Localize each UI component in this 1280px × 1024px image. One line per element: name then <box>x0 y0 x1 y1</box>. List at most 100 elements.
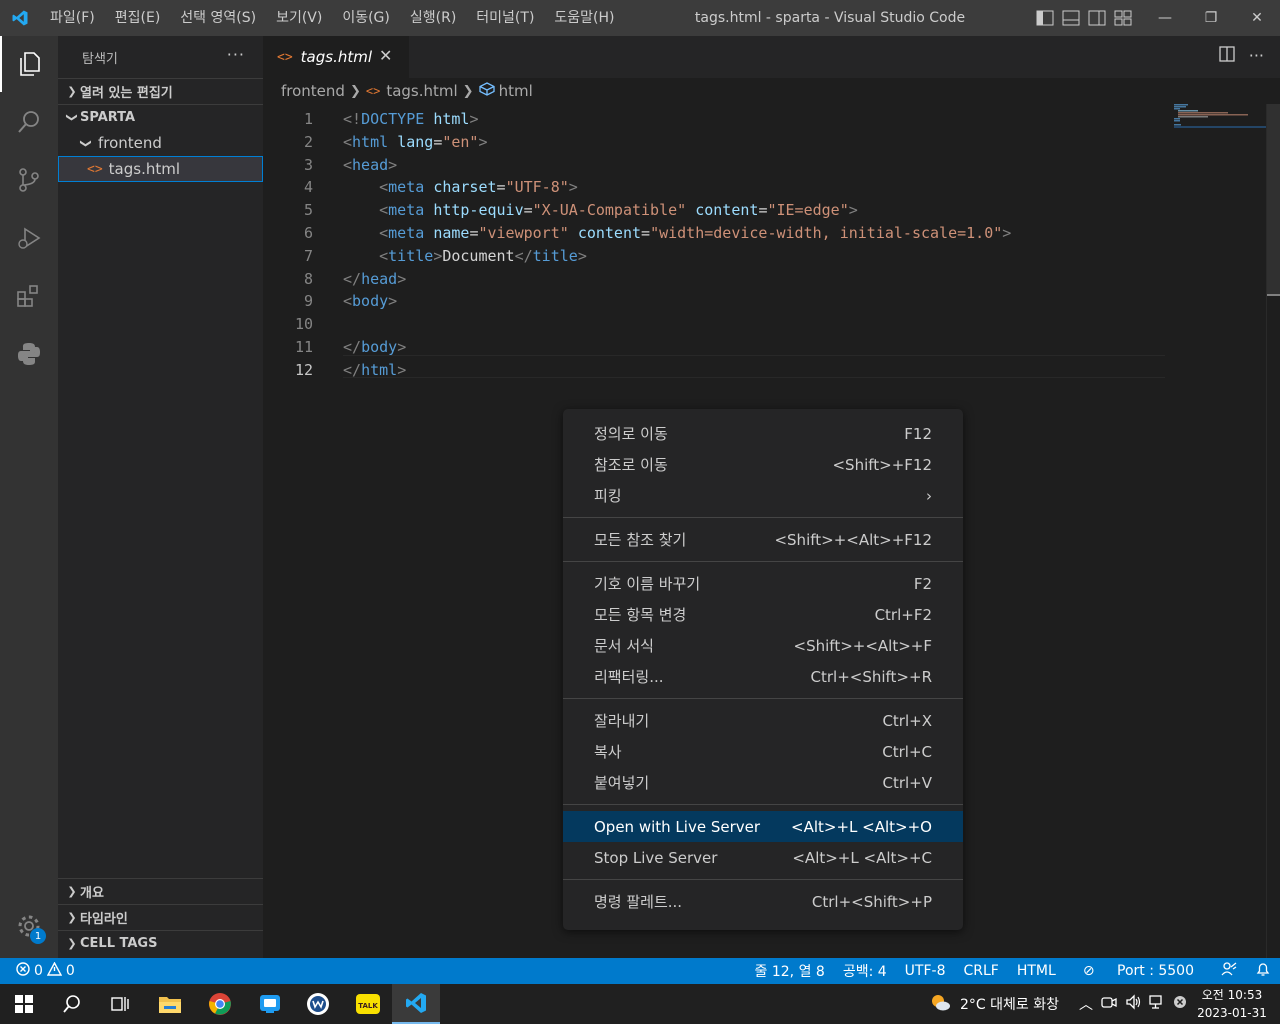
timeline-section[interactable]: ❯ 타임라인 <box>58 904 263 930</box>
line-content[interactable]: </head> <box>343 268 406 290</box>
context-menu-item[interactable]: 붙여넣기 Ctrl+V <box>563 767 963 798</box>
code-line[interactable]: 7 <title>Document</title> <box>263 245 1266 268</box>
context-menu-item[interactable]: 명령 팔레트... Ctrl+<Shift>+P <box>563 886 963 917</box>
code-line[interactable]: 4 <meta charset="UTF-8"> <box>263 176 1266 199</box>
menu-item[interactable]: 보기(V) <box>266 0 332 36</box>
source-control-icon[interactable] <box>0 152 58 208</box>
code-line[interactable]: 12 </html> <box>263 359 1266 382</box>
menu-item[interactable]: 이동(G) <box>332 0 400 36</box>
language-mode[interactable]: HTML <box>1008 963 1065 979</box>
run-debug-icon[interactable] <box>0 210 58 266</box>
scrollbar-thumb[interactable] <box>1267 104 1280 296</box>
remote-app-icon[interactable] <box>246 984 294 1024</box>
tab-tags-html[interactable]: <> tags.html ✕ <box>263 36 409 78</box>
windows-start-icon[interactable] <box>0 984 48 1024</box>
line-content[interactable]: </body> <box>343 336 406 358</box>
context-menu-item[interactable]: 모든 참조 찾기 <Shift>+<Alt>+F12 <box>563 524 963 555</box>
code-line[interactable]: 2 <html lang="en"> <box>263 131 1266 154</box>
problems-indicator[interactable]: 0 0 <box>16 958 75 984</box>
menu-item[interactable]: 실행(R) <box>400 0 466 36</box>
indentation[interactable]: 공백: 4 <box>834 961 896 981</box>
more-actions-icon[interactable]: ··· <box>1249 46 1264 66</box>
cell-tags-section[interactable]: ❯ CELL TAGS <box>58 930 263 956</box>
taskbar-search-icon[interactable] <box>48 984 96 1024</box>
code-line[interactable]: 10 <box>263 313 1266 336</box>
task-view-icon[interactable] <box>96 984 144 1024</box>
context-menu-item[interactable]: 리팩터링... Ctrl+<Shift>+R <box>563 661 963 692</box>
menu-item[interactable]: 선택 영역(S) <box>170 0 266 36</box>
breadcrumb-item[interactable]: tags.html <box>386 82 457 100</box>
context-menu-item[interactable]: 피킹 › <box>563 480 963 511</box>
open-editors-section[interactable]: ❯ 열려 있는 편집기 <box>58 78 263 104</box>
context-menu-item[interactable]: 정의로 이동 F12 <box>563 418 963 449</box>
disconnected-icon[interactable] <box>1173 995 1187 1013</box>
menu-item[interactable]: 도움말(H) <box>544 0 624 36</box>
meet-now-icon[interactable] <box>1101 994 1117 1014</box>
code-line[interactable]: 6 <meta name="viewport" content="width=d… <box>263 222 1266 245</box>
file-explorer-app-icon[interactable] <box>146 984 194 1024</box>
feedback-icon[interactable] <box>1212 961 1246 981</box>
context-menu-item[interactable]: 잘라내기 Ctrl+X <box>563 705 963 736</box>
code-line[interactable]: 8 </head> <box>263 268 1266 291</box>
line-content[interactable]: <head> <box>343 154 397 176</box>
settings-gear-icon[interactable]: 1 <box>0 898 58 954</box>
menu-item[interactable]: 터미널(T) <box>466 0 544 36</box>
line-content[interactable]: <html lang="en"> <box>343 131 488 153</box>
line-content[interactable]: <title>Document</title> <box>343 245 587 267</box>
customize-layout-icon[interactable] <box>1114 10 1132 26</box>
editor-scrollbar[interactable] <box>1266 104 1280 958</box>
line-content[interactable]: <meta http-equiv="X-UA-Compatible" conte… <box>343 199 858 221</box>
context-menu-item[interactable]: 참조로 이동 <Shift>+F12 <box>563 449 963 480</box>
network-icon[interactable] <box>1149 994 1165 1014</box>
split-editor-icon[interactable] <box>1219 46 1235 66</box>
line-content[interactable]: <meta charset="UTF-8"> <box>343 176 578 198</box>
live-server-port[interactable]: ⊘ Port : 5500 <box>1065 963 1212 979</box>
explorer-icon[interactable] <box>0 36 58 92</box>
more-actions-icon[interactable]: ··· <box>227 45 245 64</box>
close-tab-icon[interactable]: ✕ <box>379 46 392 65</box>
chrome-app-icon[interactable] <box>196 984 244 1024</box>
minimap[interactable] <box>1166 104 1266 144</box>
menu-item[interactable]: 편집(E) <box>105 0 171 36</box>
file-tags-html[interactable]: <> tags.html <box>58 156 263 182</box>
kakaotalk-app-icon[interactable]: TALK <box>344 984 392 1024</box>
messenger-app-icon[interactable] <box>294 984 342 1024</box>
workspace-section[interactable]: ❯ SPARTA <box>58 104 263 130</box>
weather-text[interactable]: 2°C 대체로 화창 <box>960 994 1059 1014</box>
restore-icon[interactable]: ❐ <box>1188 0 1234 36</box>
context-menu-item[interactable]: Open with Live Server <Alt>+L <Alt>+O <box>563 811 963 842</box>
context-menu-item[interactable]: 모든 항목 변경 Ctrl+F2 <box>563 599 963 630</box>
minimize-icon[interactable]: — <box>1142 0 1188 36</box>
tray-chevron-up-icon[interactable]: ︿ <box>1079 994 1093 1014</box>
line-content[interactable]: <!DOCTYPE html> <box>343 108 478 130</box>
search-icon[interactable] <box>0 94 58 150</box>
encoding[interactable]: UTF-8 <box>896 963 955 979</box>
code-line[interactable]: 11 </body> <box>263 336 1266 359</box>
toggle-secondary-sidebar-icon[interactable] <box>1088 10 1106 26</box>
context-menu-item[interactable]: 문서 서식 <Shift>+<Alt>+F <box>563 630 963 661</box>
python-icon[interactable] <box>0 326 58 382</box>
volume-icon[interactable] <box>1125 994 1141 1014</box>
taskbar-clock[interactable]: 오전 10:53 2023-01-31 <box>1196 986 1268 1022</box>
line-content[interactable]: </html> <box>343 359 406 381</box>
line-content[interactable]: <meta name="viewport" content="width=dev… <box>343 222 1011 244</box>
line-ending[interactable]: CRLF <box>954 963 1007 979</box>
breadcrumb-item[interactable]: html <box>499 82 533 100</box>
code-line[interactable]: 9 <body> <box>263 290 1266 313</box>
breadcrumb-item[interactable]: frontend <box>281 82 345 100</box>
close-window-icon[interactable]: ✕ <box>1234 0 1280 36</box>
vscode-app-icon[interactable] <box>392 984 440 1024</box>
context-menu-item[interactable]: 기호 이름 바꾸기 F2 <box>563 568 963 599</box>
code-line[interactable]: 1 <!DOCTYPE html> <box>263 108 1266 131</box>
cursor-position[interactable]: 줄 12, 열 8 <box>746 961 834 981</box>
weather-icon[interactable] <box>928 992 952 1016</box>
code-line[interactable]: 3 <head> <box>263 154 1266 177</box>
extensions-icon[interactable] <box>0 268 58 324</box>
toggle-panel-icon[interactable] <box>1062 10 1080 26</box>
toggle-sidebar-icon[interactable] <box>1036 10 1054 26</box>
code-line[interactable]: 5 <meta http-equiv="X-UA-Compatible" con… <box>263 199 1266 222</box>
outline-section[interactable]: ❯ 개요 <box>58 878 263 904</box>
folder-frontend[interactable]: ❯ frontend <box>58 130 263 156</box>
context-menu-item[interactable]: 복사 Ctrl+C <box>563 736 963 767</box>
line-content[interactable]: <body> <box>343 290 397 312</box>
